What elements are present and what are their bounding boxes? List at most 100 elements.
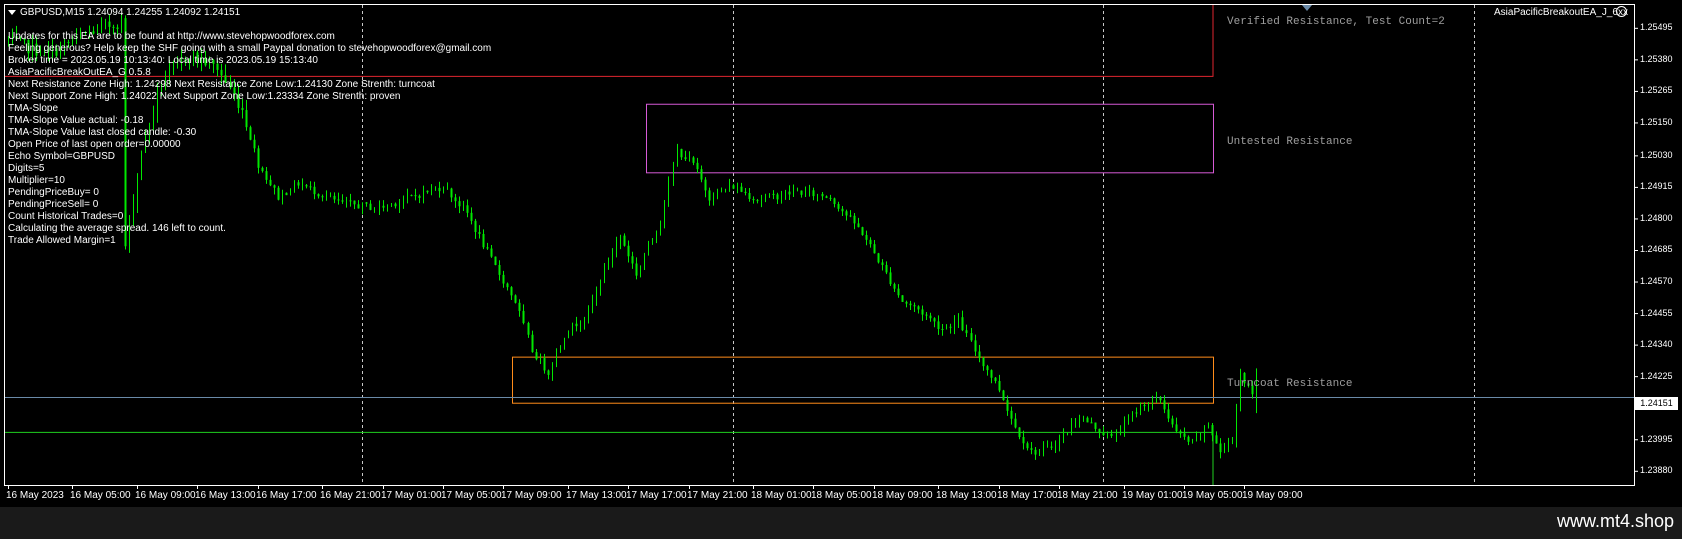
symbol-header: GBPUSD,M15 1.24094 1.24255 1.24092 1.241…: [8, 7, 240, 19]
time-tick-label: 18 May 13:00: [936, 490, 997, 501]
time-tick-label: 18 May 17:00: [997, 490, 1058, 501]
symbol-quote: GBPUSD,M15 1.24094 1.24255 1.24092 1.241…: [20, 7, 241, 18]
time-tick-label: 19 May 09:00: [1242, 490, 1303, 501]
candle-body-215: [873, 244, 876, 254]
candle-body-171: [696, 162, 699, 170]
time-tick-label: 19 May 05:00: [1182, 490, 1243, 501]
candle-body-203: [825, 196, 828, 198]
candle-body-124: [506, 283, 509, 288]
candle-body-125: [510, 287, 513, 296]
candle-body-224: [909, 303, 912, 306]
time-tick-label: 17 May 21:00: [687, 490, 748, 501]
ea-info-panel: Updates for this EA are to be found at h…: [8, 31, 491, 247]
time-tick-label: 16 May 17:00: [256, 490, 317, 501]
candle-body-210: [853, 215, 856, 224]
price-tick-label: 1.24915: [1640, 181, 1673, 191]
candle-body-243: [986, 366, 989, 371]
watermark-band: [0, 507, 1682, 539]
candle-body-247: [1002, 390, 1005, 401]
smiley-icon[interactable]: [1616, 6, 1627, 17]
candle-body-242: [982, 357, 985, 367]
candle-body-217: [881, 262, 884, 265]
candle-body-229: [929, 315, 932, 319]
candle-body-249: [1010, 410, 1013, 419]
time-tick-label: 18 May 21:00: [1057, 490, 1118, 501]
price-tick-label: 1.24225: [1640, 371, 1673, 381]
candle-body-253: [1026, 443, 1029, 449]
candle-body-237: [961, 317, 964, 331]
info-line: Open Price of last open order=0.00000: [8, 139, 181, 150]
candle-body-155: [631, 256, 634, 264]
candle-body-223: [905, 301, 908, 304]
candle-body-300: [1215, 435, 1218, 444]
candle-body-129: [527, 323, 530, 335]
candle-body-209: [849, 215, 852, 217]
candle-body-141: [575, 323, 578, 327]
candle-body-272: [1102, 432, 1105, 436]
candle-body-170: [692, 157, 695, 163]
candle-body-191: [776, 194, 779, 200]
candle-body-211: [857, 223, 860, 228]
candle-body-231: [937, 321, 940, 329]
candle-body-121: [494, 256, 497, 265]
info-line: Trade Allowed Margin=1: [8, 235, 116, 246]
info-line: Echo Symbol=GBPUSD: [8, 151, 115, 162]
candle-body-268: [1086, 417, 1089, 423]
candle-body-220: [893, 284, 896, 289]
time-tick-label: 16 May 05:00: [70, 490, 131, 501]
zone-2-label: Untested Resistance: [1227, 136, 1353, 148]
candle-body-202: [821, 193, 824, 197]
candle-body-286: [1159, 397, 1162, 401]
candle-body-244: [990, 370, 993, 378]
candle-body-301: [1219, 443, 1222, 453]
info-line: TMA-Slope Value actual: -0.18: [8, 115, 144, 126]
candle-body-207: [841, 208, 844, 212]
info-line: TMA-Slope: [8, 103, 59, 114]
time-tick-label: 19 May 01:00: [1122, 490, 1183, 501]
candle-body-213: [865, 235, 868, 240]
candle-body-225: [913, 305, 916, 307]
candle-body-291: [1179, 431, 1182, 434]
candle-body-167: [680, 148, 683, 158]
info-line: Calculating the average spread. 146 left…: [8, 223, 226, 234]
candle-body-270: [1094, 422, 1097, 429]
info-line: AsiaPacificBreakOutEA_G 0.5.8: [8, 67, 151, 78]
candle-body-127: [518, 302, 521, 311]
candle-body-183: [744, 191, 747, 194]
candle-body-174: [708, 190, 711, 201]
time-tick-label: 17 May 13:00: [566, 490, 627, 501]
candle-body-288: [1167, 409, 1170, 419]
candle-body-219: [889, 272, 892, 285]
candle-body-204: [829, 197, 832, 199]
zone-3-label: Turncoat Resistance: [1227, 378, 1353, 390]
candle-body-259: [1050, 446, 1053, 448]
candle-body-234: [949, 326, 952, 328]
ea-name-label: AsiaPacificBreakoutEA_J_6xx: [1494, 7, 1628, 18]
candle-body-292: [1183, 433, 1186, 437]
candle-body-290: [1175, 424, 1178, 432]
info-line: Updates for this EA are to be found at h…: [8, 31, 335, 42]
candle-body-227: [921, 309, 924, 315]
candle-body-246: [998, 381, 1001, 391]
info-line: Multiplier=10: [8, 175, 65, 186]
candle-body-226: [917, 306, 920, 310]
candle-body-130: [531, 334, 534, 353]
candle-body-180: [732, 185, 735, 189]
candle-body-133: [543, 358, 546, 371]
candle-body-208: [845, 211, 848, 216]
candle-body-228: [925, 314, 928, 316]
info-line: Digits=5: [8, 163, 45, 174]
price-tick-label: 1.25150: [1640, 117, 1673, 127]
info-line: Feeling generous? Help keep the SHF goin…: [8, 43, 492, 54]
info-line: Next Support Zone High: 1.24022 Next Sup…: [8, 91, 401, 102]
candle-body-239: [970, 333, 973, 341]
candle-body-173: [704, 179, 707, 191]
chart-shift-icon[interactable]: [1302, 5, 1312, 11]
current-price-badge: 1.24151: [1635, 397, 1678, 410]
price-tick-label: 1.23880: [1640, 465, 1673, 475]
price-tick-label: 1.25380: [1640, 54, 1673, 64]
symbol-dropdown-icon[interactable]: [8, 9, 16, 15]
candle-body-190: [772, 193, 775, 195]
zone-1-label: Verified Resistance, Test Count=2: [1227, 16, 1445, 28]
candle-body-200: [812, 190, 815, 197]
